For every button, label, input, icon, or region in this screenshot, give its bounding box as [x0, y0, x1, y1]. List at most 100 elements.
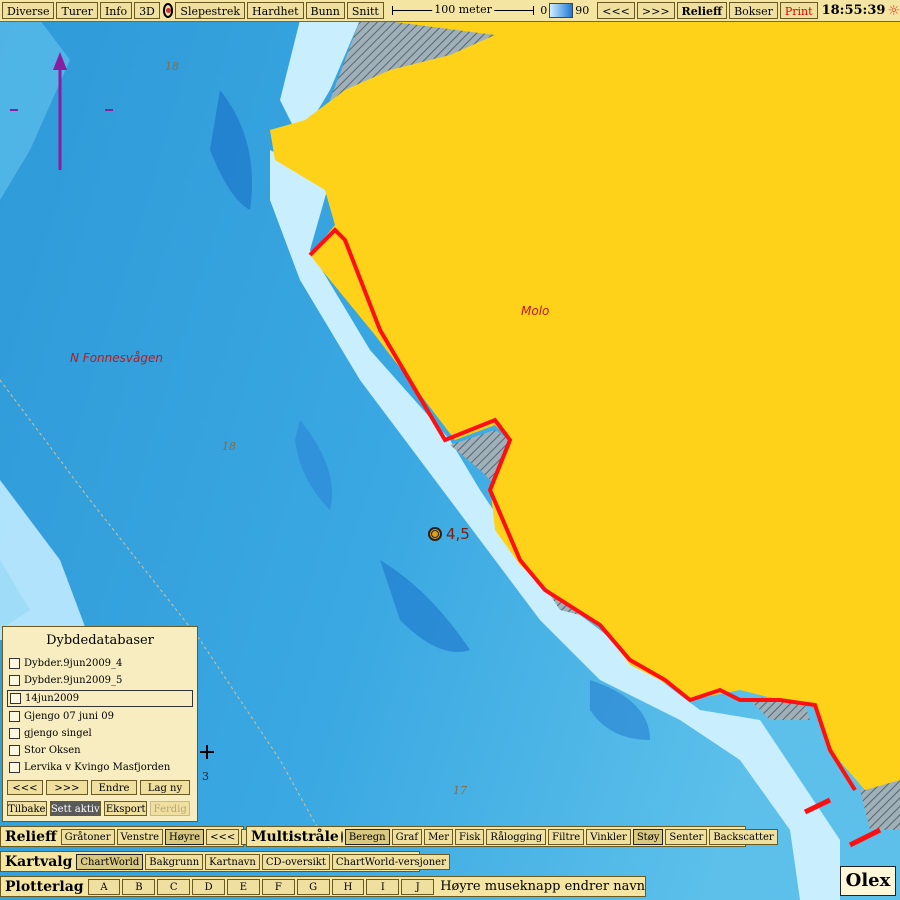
clock: 18:55:39: [821, 3, 886, 18]
done-button[interactable]: Ferdig: [150, 801, 190, 816]
checkbox[interactable]: [9, 658, 20, 669]
water-label: N Fonnesvågen: [70, 351, 163, 365]
list-item[interactable]: Stor Oksen: [7, 742, 193, 759]
position-marker-icon[interactable]: [428, 527, 442, 541]
cd-overview-button[interactable]: CD-oversikt: [261, 853, 330, 870]
depth-label: 17: [453, 784, 467, 797]
grayscale-button[interactable]: Gråtoner: [60, 828, 115, 845]
backscatter-button[interactable]: Backscatter: [709, 828, 778, 845]
info-button[interactable]: Info: [99, 2, 133, 19]
checkbox[interactable]: [9, 711, 20, 722]
angles-button[interactable]: Vinkler: [586, 828, 631, 845]
3d-button[interactable]: 3D: [134, 2, 160, 19]
scale-label: 100 meter: [432, 3, 494, 16]
land-label: Molo: [521, 304, 550, 318]
relief-title: Relieff: [5, 828, 57, 845]
checkbox[interactable]: [9, 762, 20, 773]
radio-icon[interactable]: [340, 830, 343, 843]
hardhet-button[interactable]: Hardhet: [247, 2, 304, 19]
snitt-button[interactable]: Snitt: [346, 2, 384, 19]
new-button[interactable]: Lag ny: [140, 780, 190, 795]
noise-button[interactable]: Støy: [632, 828, 664, 845]
brand-logo: Olex: [840, 866, 896, 896]
item-label: Stor Oksen: [24, 745, 81, 756]
item-label: Dybder.9jun2009_5: [24, 675, 123, 686]
chart-names-button[interactable]: Kartnavn: [205, 853, 260, 870]
fish-button[interactable]: Fisk: [455, 828, 485, 845]
depth-database-panel: Dybdedatabaser Dybder.9jun2009_4 Dybder.…: [2, 626, 198, 822]
turer-button[interactable]: Turer: [56, 2, 98, 19]
multibeam-title: Multistråle: [251, 828, 339, 845]
graph-button[interactable]: Graf: [391, 828, 423, 845]
layer-h-button[interactable]: H: [331, 878, 365, 895]
item-label: Gjengo 07 juni 09: [24, 711, 115, 722]
depth-min: 0: [540, 4, 548, 17]
nav-prev-button[interactable]: <<<: [597, 2, 635, 19]
diverse-button[interactable]: Diverse: [2, 2, 55, 19]
item-label: Lervika v Kvingo Masfjorden: [24, 762, 171, 773]
bokser-button[interactable]: Bokser: [729, 2, 778, 19]
layer-a-button[interactable]: A: [87, 878, 121, 895]
layer-g-button[interactable]: G: [296, 878, 330, 895]
filters-button[interactable]: Filtre: [548, 828, 585, 845]
layer-b-button[interactable]: B: [122, 878, 156, 895]
list-item[interactable]: Dybder.9jun2009_4: [7, 655, 193, 672]
chartworld-button[interactable]: ChartWorld: [76, 853, 144, 870]
edit-button[interactable]: Endre: [91, 780, 137, 795]
depth-gradient: [549, 3, 574, 18]
sun-icon[interactable]: ☼: [887, 3, 900, 19]
layer-j-button[interactable]: J: [401, 878, 435, 895]
checkbox[interactable]: [9, 728, 20, 739]
chart-selection-bar: Kartvalg ChartWorld Bakgrunn Kartnavn CD…: [0, 851, 450, 872]
depth-label: 18: [165, 60, 179, 73]
plotter-layer-title: Plotterlag: [5, 878, 84, 895]
depth-scale[interactable]: 0 90: [540, 3, 589, 18]
panel-prev-button[interactable]: <<<: [7, 780, 43, 795]
compute-button[interactable]: Beregn: [344, 828, 390, 845]
item-label: 14jun2009: [25, 693, 80, 704]
list-item[interactable]: Gjengo 07 juni 09: [7, 708, 193, 725]
multibeam-bar: Multistråle Beregn Graf Mer Fisk Råloggi…: [246, 826, 778, 847]
center-button[interactable]: Senter: [665, 828, 708, 845]
panel-next-button[interactable]: >>>: [46, 780, 88, 795]
chartworld-versions-button[interactable]: ChartWorld-versjoner: [331, 853, 450, 870]
export-button[interactable]: Eksport: [103, 801, 148, 816]
relief-bar: Relieff Gråtoner Venstre Høyre <<< >>>: [0, 826, 275, 847]
relief-prev-button[interactable]: <<<: [206, 828, 240, 845]
more-button[interactable]: Mer: [424, 828, 453, 845]
print-button[interactable]: Print: [779, 2, 818, 19]
checkbox[interactable]: [9, 675, 20, 686]
bunn-button[interactable]: Bunn: [305, 2, 345, 19]
plotter-hint: Høyre museknapp endrer navn: [440, 879, 646, 894]
layer-d-button[interactable]: D: [192, 878, 226, 895]
depth-max: 90: [575, 4, 590, 17]
item-label: gjengo singel: [24, 728, 92, 739]
right-button[interactable]: Høyre: [165, 828, 205, 845]
list-item[interactable]: gjengo singel: [7, 725, 193, 742]
target-icon[interactable]: [162, 3, 174, 18]
checkbox[interactable]: [10, 693, 21, 704]
slepestrek-button[interactable]: Slepestrek: [175, 2, 246, 19]
item-label: Dybder.9jun2009_4: [24, 658, 123, 669]
background-button[interactable]: Bakgrunn: [145, 853, 204, 870]
chart-selection-title: Kartvalg: [5, 853, 73, 870]
nav-next-button[interactable]: >>>: [636, 2, 675, 19]
panel-title: Dybdedatabaser: [46, 633, 154, 648]
depth-label: 18: [222, 440, 236, 453]
set-active-button[interactable]: Sett aktiv: [49, 801, 101, 816]
scale-bar: 100 meter: [391, 2, 535, 19]
layer-c-button[interactable]: C: [157, 878, 191, 895]
layer-f-button[interactable]: F: [261, 878, 295, 895]
layer-e-button[interactable]: E: [227, 878, 260, 895]
back-button[interactable]: Tilbake: [7, 801, 47, 816]
list-item-selected[interactable]: 14jun2009: [7, 690, 193, 707]
relief-button[interactable]: Relieff: [676, 2, 728, 19]
layer-i-button[interactable]: I: [366, 878, 400, 895]
database-list: Dybder.9jun2009_4 Dybder.9jun2009_5 14ju…: [3, 655, 197, 776]
depth-label: 3: [202, 770, 209, 783]
raw-logging-button[interactable]: Rålogging: [486, 828, 547, 845]
checkbox[interactable]: [9, 745, 20, 756]
left-button[interactable]: Venstre: [116, 828, 164, 845]
list-item[interactable]: Dybder.9jun2009_5: [7, 672, 193, 689]
list-item[interactable]: Lervika v Kvingo Masfjorden: [7, 759, 193, 776]
